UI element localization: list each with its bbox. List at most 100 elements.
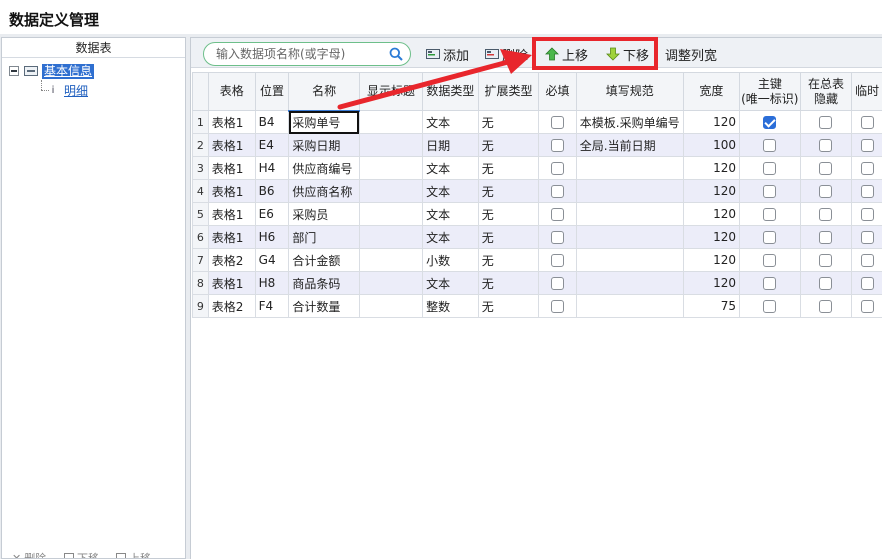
column-header[interactable]: 填写规范 (575, 72, 684, 111)
cell-extension-type[interactable]: 无 (477, 202, 540, 226)
hide-in-summary-checkbox[interactable] (819, 300, 833, 313)
cell-name[interactable]: 采购员 (288, 202, 360, 226)
cell-position[interactable]: H8 (254, 271, 290, 295)
search-icon[interactable] (389, 47, 403, 61)
tree-root-node[interactable]: 基本信息 (9, 63, 95, 79)
column-header[interactable]: 临时 (851, 72, 882, 111)
column-header[interactable]: 必填 (538, 72, 577, 111)
cell-width[interactable]: 120 (682, 225, 741, 249)
required-checkbox[interactable] (550, 254, 564, 267)
cell-data-type[interactable]: 文本 (422, 179, 479, 203)
required-checkbox[interactable] (550, 300, 564, 313)
required-checkbox[interactable] (550, 116, 564, 129)
table-row[interactable]: 3 表格1 H4 供应商编号 文本无 120 (192, 156, 882, 180)
temporary-checkbox[interactable] (860, 300, 874, 313)
cell-position[interactable]: B4 (254, 110, 290, 134)
cell-fill-rule[interactable] (575, 225, 684, 249)
temporary-checkbox[interactable] (860, 231, 874, 244)
table-row[interactable]: 4 表格1 B6 供应商名称 文本无 120 (192, 179, 882, 203)
primary-key-checkbox[interactable] (763, 208, 777, 221)
hide-in-summary-checkbox[interactable] (819, 185, 833, 198)
column-header[interactable]: 显示标题 (358, 72, 424, 111)
tree-child-node[interactable]: i 明细 (48, 82, 88, 98)
hide-in-summary-checkbox[interactable] (819, 277, 833, 290)
primary-key-checkbox[interactable] (763, 300, 777, 313)
cell-width[interactable]: 120 (682, 202, 741, 226)
hide-in-summary-checkbox[interactable] (819, 162, 833, 175)
cell-position[interactable]: E6 (254, 202, 290, 226)
cell-width[interactable]: 120 (682, 271, 741, 295)
cell-display-title[interactable] (358, 179, 424, 203)
column-header[interactable]: 宽度 (682, 72, 741, 111)
cell-extension-type[interactable]: 无 (477, 294, 540, 318)
temporary-checkbox[interactable] (860, 139, 874, 152)
cell-table[interactable]: 表格1 (207, 110, 256, 134)
cell-display-title[interactable] (358, 133, 424, 157)
column-header[interactable]: 在总表 隐藏 (799, 72, 853, 111)
cell-display-title[interactable] (358, 225, 424, 249)
temporary-checkbox[interactable] (860, 277, 874, 290)
hide-in-summary-checkbox[interactable] (819, 116, 833, 129)
cell-position[interactable]: G4 (254, 248, 290, 272)
temporary-checkbox[interactable] (860, 185, 874, 198)
tree-root-label[interactable]: 基本信息 (42, 63, 95, 79)
cell-position[interactable]: E4 (254, 133, 290, 157)
cell-fill-rule[interactable]: 本模板.采购单编号 (575, 110, 684, 134)
cell-display-title[interactable] (358, 202, 424, 226)
cell-table[interactable]: 表格1 (207, 133, 256, 157)
temporary-checkbox[interactable] (860, 116, 874, 129)
cell-name[interactable]: 合计金额 (288, 248, 360, 272)
cell-display-title[interactable] (358, 294, 424, 318)
cell-display-title[interactable] (358, 110, 424, 134)
tree-child-label[interactable]: 明细 (64, 82, 88, 99)
cell-name[interactable]: 商品条码 (288, 271, 360, 295)
table-row[interactable]: 2 表格1 E4 采购日期 日期无 全局.当前日期 100 (192, 133, 882, 157)
primary-key-checkbox[interactable] (763, 231, 777, 244)
cell-position[interactable]: B6 (254, 179, 290, 203)
cell-name[interactable]: 采购日期 (288, 133, 360, 157)
cell-width[interactable]: 120 (682, 156, 741, 180)
column-header[interactable]: 扩展类型 (477, 72, 540, 111)
search-input[interactable] (216, 46, 386, 62)
hide-in-summary-checkbox[interactable] (819, 208, 833, 221)
cell-data-type[interactable]: 文本 (422, 156, 479, 180)
cell-extension-type[interactable]: 无 (477, 179, 540, 203)
cell-name[interactable]: 采购单号 (288, 110, 360, 134)
cell-fill-rule[interactable] (575, 271, 684, 295)
left-delete-button[interactable]: ✕删除 (12, 550, 46, 559)
cell-extension-type[interactable]: 无 (477, 271, 540, 295)
table-row[interactable]: 9 表格2 F4 合计数量 整数无 75 (192, 294, 882, 318)
adjust-column-width-button[interactable]: 调整列宽 (665, 45, 717, 64)
cell-table[interactable]: 表格2 (207, 294, 256, 318)
cell-display-title[interactable] (358, 271, 424, 295)
primary-key-checkbox[interactable] (763, 185, 777, 198)
cell-width[interactable]: 120 (682, 248, 741, 272)
temporary-checkbox[interactable] (860, 208, 874, 221)
cell-position[interactable]: H6 (254, 225, 290, 249)
cell-extension-type[interactable]: 无 (477, 156, 540, 180)
cell-name[interactable]: 供应商名称 (288, 179, 360, 203)
primary-key-checkbox[interactable] (763, 254, 777, 267)
cell-fill-rule[interactable] (575, 294, 684, 318)
cell-name[interactable]: 部门 (288, 225, 360, 249)
cell-extension-type[interactable]: 无 (477, 133, 540, 157)
search-box[interactable] (203, 42, 411, 66)
temporary-checkbox[interactable] (860, 162, 874, 175)
cell-width[interactable]: 100 (682, 133, 741, 157)
column-header[interactable]: 表格 (207, 72, 256, 111)
cell-name[interactable]: 合计数量 (288, 294, 360, 318)
left-down-button[interactable]: 下移 (64, 550, 99, 558)
required-checkbox[interactable] (550, 162, 564, 175)
cell-fill-rule[interactable] (575, 156, 684, 180)
cell-data-type[interactable]: 文本 (422, 271, 479, 295)
required-checkbox[interactable] (550, 139, 564, 152)
column-header[interactable]: 数据类型 (422, 72, 479, 111)
cell-extension-type[interactable]: 无 (477, 110, 540, 134)
cell-position[interactable]: F4 (254, 294, 290, 318)
cell-fill-rule[interactable] (575, 202, 684, 226)
cell-table[interactable]: 表格1 (207, 179, 256, 203)
column-header[interactable]: 位置 (254, 72, 290, 111)
cell-table[interactable]: 表格1 (207, 271, 256, 295)
column-header[interactable]: 名称 (288, 72, 360, 112)
cell-data-type[interactable]: 文本 (422, 225, 479, 249)
